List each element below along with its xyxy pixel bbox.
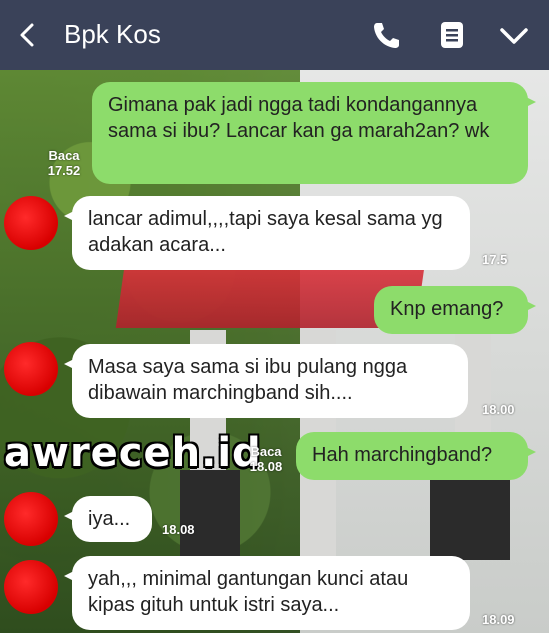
read-receipt: Baca 17.52 (40, 148, 88, 178)
message-time: 18.09 (482, 612, 515, 627)
message-text: iya... (88, 508, 131, 530)
back-icon[interactable] (18, 22, 36, 48)
read-label: Baca (48, 148, 80, 163)
message-time: 17.5 (482, 252, 508, 267)
background-base (180, 470, 240, 560)
message-text: Masa saya sama si ibu pulang ngga dibawa… (88, 356, 408, 404)
message-time: 18.08 (249, 459, 283, 474)
message-text: lancar adimul,,,,tapi saya kesal sama yg… (88, 208, 443, 256)
message-bubble-outgoing[interactable]: Knp emang? (374, 286, 536, 334)
message-bubble-outgoing[interactable]: Hah marchingband? (296, 432, 536, 480)
message-text: Knp emang? (390, 298, 504, 320)
message-bubble-incoming[interactable]: yah,,, minimal gantungan kunci atau kipa… (64, 556, 470, 630)
avatar[interactable] (4, 342, 58, 396)
message-bubble-incoming[interactable]: iya... (64, 496, 152, 542)
avatar[interactable] (4, 560, 58, 614)
avatar[interactable] (4, 196, 58, 250)
message-text: Hah marchingband? (312, 444, 493, 466)
message-text: Gimana pak jadi ngga tadi kondangannya s… (108, 94, 490, 142)
notes-icon[interactable] (436, 20, 468, 50)
watermark: awreceh.id (4, 430, 262, 476)
phone-icon[interactable] (370, 20, 402, 50)
background-base (430, 470, 510, 560)
chat-title: Bpk Kos (64, 19, 161, 49)
message-bubble-incoming[interactable]: Masa saya sama si ibu pulang ngga dibawa… (64, 344, 468, 418)
message-time: 18.00 (482, 402, 515, 417)
message-time: 17.52 (47, 163, 81, 178)
message-time: 18.08 (162, 522, 195, 537)
chat-screen: Bpk Kos Baca 17.52 Gimana pak jadi ngga … (0, 0, 549, 633)
chevron-down-icon[interactable] (498, 20, 530, 50)
message-text: yah,,, minimal gantungan kunci atau kipa… (88, 568, 409, 616)
message-bubble-incoming[interactable]: lancar adimul,,,,tapi saya kesal sama yg… (64, 196, 470, 270)
chat-header: Bpk Kos (0, 0, 549, 70)
read-label: Baca (250, 444, 282, 459)
read-receipt: Baca 18.08 (244, 444, 288, 474)
avatar[interactable] (4, 492, 58, 546)
message-bubble-outgoing[interactable]: Gimana pak jadi ngga tadi kondangannya s… (92, 82, 536, 184)
